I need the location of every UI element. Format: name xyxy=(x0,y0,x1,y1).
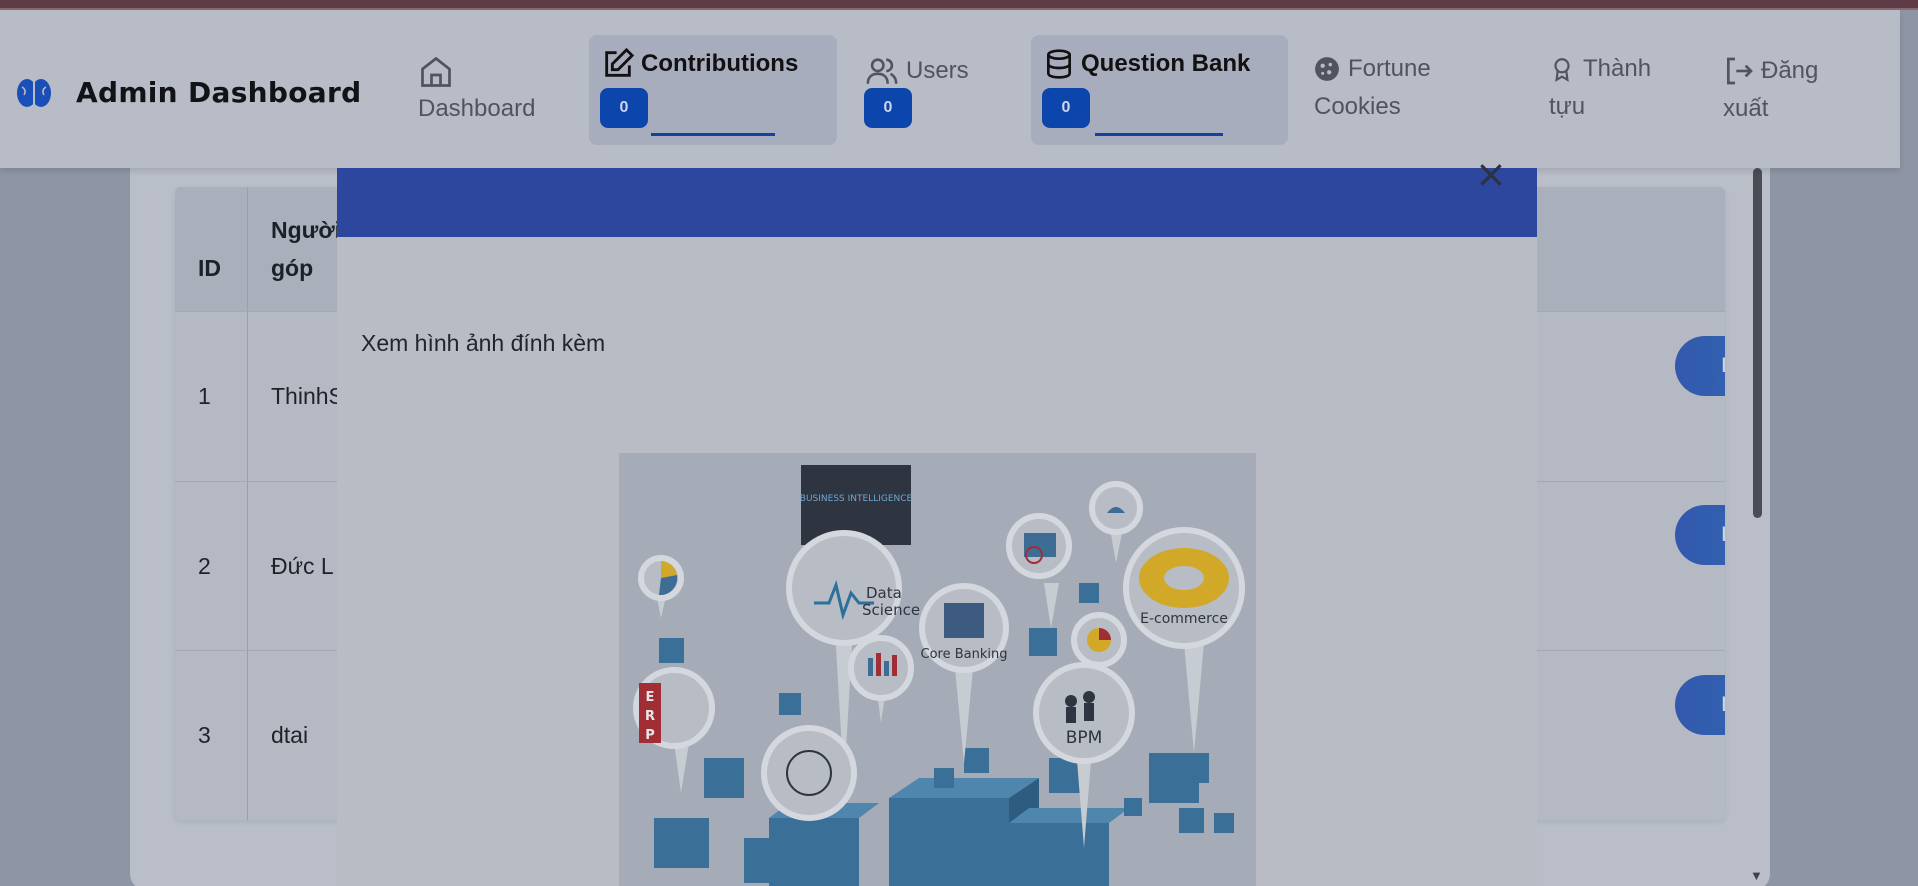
erp-r-label: R xyxy=(645,709,655,724)
award-icon xyxy=(1554,58,1570,82)
nav-fortune-cookies[interactable]: Fortune Cookies xyxy=(1314,50,1431,126)
approve-button-row-2[interactable]: Phê duyệt xyxy=(1675,505,1725,565)
nav-contributions[interactable]: Contributions 0 xyxy=(589,35,837,145)
nav-achievements-label-line2: tựu xyxy=(1549,93,1586,120)
nav-achievements[interactable]: Thành tựu xyxy=(1549,50,1651,126)
attachment-illustration: BUSINESS INTELLIGENCE Data Science Core … xyxy=(633,465,1245,886)
nav-users[interactable]: Users xyxy=(864,52,969,90)
erp-p-label: P xyxy=(645,728,655,743)
question-bank-underline xyxy=(1095,133,1223,136)
edit-icon xyxy=(605,47,635,77)
nav-logout[interactable]: Đăng xuất xyxy=(1723,52,1818,128)
row-2-contributor: Đức L xyxy=(271,553,334,579)
row-3-id: 3 xyxy=(198,722,211,748)
erp-e-label: E xyxy=(646,690,655,705)
nav-fortune-label-line1: Fortune xyxy=(1348,55,1431,82)
row-1-id: 1 xyxy=(198,383,211,409)
top-accent-strip xyxy=(0,0,1918,10)
attachment-modal: Xem hình ảnh đính kèm BUSINESS INTELLIGE… xyxy=(337,168,1537,886)
nav-achievements-label-line1: Thành xyxy=(1583,55,1652,82)
attachment-image: BUSINESS INTELLIGENCE Data Science Core … xyxy=(619,453,1256,886)
users-icon xyxy=(866,58,898,84)
modal-header xyxy=(337,168,1537,237)
top-navbar: Admin Dashboard Dashboard Contributions … xyxy=(0,10,1900,168)
modal-message: Xem hình ảnh đính kèm xyxy=(361,330,606,356)
logout-icon xyxy=(1727,57,1753,85)
brain-icon xyxy=(17,78,51,107)
header-contributor-line2: góp xyxy=(271,255,314,281)
nav-dashboard-label: Dashboard xyxy=(418,95,536,122)
column-divider xyxy=(247,187,248,820)
cookie-icon xyxy=(1315,57,1339,81)
question-bank-count-badge: 0 xyxy=(1042,88,1090,128)
row-3-contributor: dtai xyxy=(271,722,309,748)
brand[interactable]: Admin Dashboard xyxy=(16,76,361,109)
brand-title: Admin Dashboard xyxy=(76,76,362,109)
data-science-label-2: Science xyxy=(862,601,920,619)
database-icon xyxy=(1047,49,1071,79)
header-contributor-line1: Người xyxy=(271,217,342,243)
data-science-label-1: Data xyxy=(866,584,902,602)
users-count-badge: 0 xyxy=(864,88,912,128)
bi-label: BUSINESS INTELLIGENCE xyxy=(800,494,913,504)
nav-contributions-label: Contributions xyxy=(641,50,799,77)
row-1-contributor: ThinhS xyxy=(271,383,344,409)
bpm-label: BPM xyxy=(1066,728,1103,748)
header-id: ID xyxy=(198,255,221,281)
nav-logout-label-line1: Đăng xyxy=(1761,57,1819,84)
core-banking-label: Core Banking xyxy=(921,647,1008,662)
nav-dashboard[interactable]: Dashboard xyxy=(418,52,535,128)
nav-logout-label-line2: xuất xyxy=(1723,95,1769,122)
contributions-underline xyxy=(651,133,775,136)
scroll-down-arrow-icon[interactable]: ▼ xyxy=(1750,868,1763,883)
page-scrollbar[interactable] xyxy=(1750,168,1764,886)
nav-question-bank-label: Question Bank xyxy=(1081,50,1251,77)
nav-fortune-label-line2: Cookies xyxy=(1314,93,1401,120)
modal-close-button[interactable]: × xyxy=(1475,155,1507,193)
ecommerce-label: E-commerce xyxy=(1140,611,1228,627)
contributions-count-badge: 0 xyxy=(600,88,648,128)
approve-button-row-3[interactable]: Phê duyệt xyxy=(1675,675,1725,735)
scrollbar-thumb[interactable] xyxy=(1753,168,1762,518)
approve-button-row-1[interactable]: Phê duyệt xyxy=(1675,336,1725,396)
nav-question-bank[interactable]: Question Bank 0 xyxy=(1031,35,1288,145)
row-2-id: 2 xyxy=(198,553,211,579)
home-icon xyxy=(421,56,451,87)
nav-users-label: Users xyxy=(906,57,969,84)
